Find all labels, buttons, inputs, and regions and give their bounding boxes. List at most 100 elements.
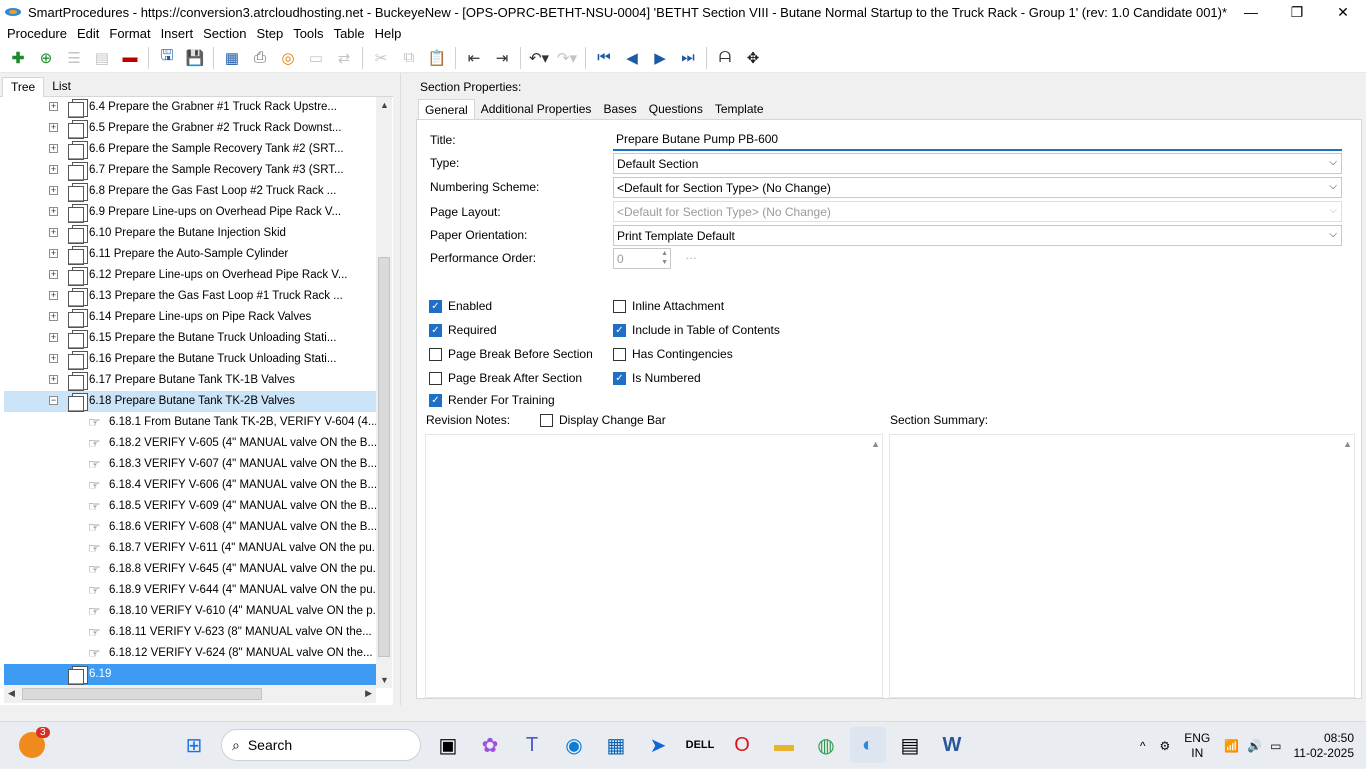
taskbar-search[interactable]: ⌕ Search — [221, 729, 421, 761]
add-child-icon[interactable]: ⊕ — [32, 45, 60, 71]
tab-bases[interactable]: Bases — [597, 99, 642, 120]
link-icon[interactable]: ⇄ — [330, 45, 358, 71]
tree-section-row[interactable]: +6.14 Prepare Line-ups on Pipe Rack Valv… — [4, 307, 376, 328]
type-select[interactable]: Default Section ⌵ — [613, 153, 1342, 174]
menu-format[interactable]: Format — [104, 26, 155, 41]
tab-list[interactable]: List — [44, 77, 79, 96]
dell-icon[interactable]: DELL — [682, 727, 718, 763]
smartprocedures-taskbar-icon[interactable]: ◐ — [850, 727, 886, 763]
page-break-after-checkbox[interactable]: Page Break After Section — [429, 371, 582, 385]
expand-icon[interactable]: + — [49, 144, 58, 153]
list-view-icon[interactable]: ▤ — [88, 45, 116, 71]
tree-step-row[interactable]: ☞ 6.18.3 VERIFY V-607 (4" MANUAL valve ON… — [4, 454, 376, 475]
word-icon[interactable]: W — [934, 727, 970, 763]
save-all-icon[interactable]: 🖫 — [153, 45, 181, 71]
tree-vertical-scrollbar[interactable]: ▲ ▼ — [376, 97, 392, 688]
tree-section-row[interactable]: +6.15 Prepare the Butane Truck Unloading… — [4, 328, 376, 349]
chevron-up-icon[interactable]: ^ — [1140, 739, 1146, 753]
page-break-before-checkbox[interactable]: Page Break Before Section — [429, 347, 593, 361]
move-icon[interactable]: ✥ — [739, 45, 767, 71]
tree-section-row[interactable]: +6.8 Prepare the Gas Fast Loop #2 Truck … — [4, 181, 376, 202]
include-toc-checkbox[interactable]: ✓ Include in Table of Contents — [613, 323, 780, 337]
expand-icon[interactable]: + — [49, 186, 58, 195]
title-input[interactable]: Prepare Butane Pump PB-600 — [613, 129, 1342, 151]
display-change-bar-checkbox[interactable]: Display Change Bar — [540, 413, 666, 427]
next-icon[interactable]: ▶ — [646, 45, 674, 71]
tree-step-row[interactable]: ☞ 6.18.4 VERIFY V-606 (4" MANUAL valve ON… — [4, 475, 376, 496]
section-summary-textarea[interactable]: ▲ — [889, 434, 1355, 698]
file-explorer-icon[interactable]: ▬ — [766, 727, 802, 763]
list-icon[interactable]: ☰ — [60, 45, 88, 71]
has-contingencies-checkbox[interactable]: Has Contingencies — [613, 347, 733, 361]
save-icon[interactable]: 💾 — [181, 45, 209, 71]
expand-icon[interactable]: + — [49, 354, 58, 363]
tree-step-row[interactable]: ☞ 6.18.8 VERIFY V-645 (4" MANUAL valve ON… — [4, 559, 376, 580]
maximize-button[interactable]: ❐ — [1274, 0, 1320, 24]
menu-edit[interactable]: Edit — [72, 26, 104, 41]
indent-icon[interactable]: ⇥ — [488, 45, 516, 71]
clock[interactable]: 08:50 11-02-2025 — [1294, 731, 1355, 761]
remove-icon[interactable]: ▬ — [116, 45, 144, 71]
tree-step-row[interactable]: ☞ 6.18.1 From Butane Tank TK-2B, VERIFY V… — [4, 412, 376, 433]
tree-section-row[interactable]: +6.9 Prepare Line-ups on Overhead Pipe R… — [4, 202, 376, 223]
first-icon[interactable]: ⏮ — [590, 45, 618, 71]
task-view-icon[interactable]: ▣ — [430, 727, 466, 763]
tree-section-row[interactable]: +6.6 Prepare the Sample Recovery Tank #2… — [4, 139, 376, 160]
menu-step[interactable]: Step — [251, 26, 288, 41]
tree-selected-row[interactable]: 6.19 — [4, 664, 376, 685]
export-icon[interactable]: ▦ — [218, 45, 246, 71]
edge-icon[interactable]: ◉ — [556, 727, 592, 763]
store-icon[interactable]: ▦ — [598, 727, 634, 763]
tab-tree[interactable]: Tree — [2, 77, 45, 97]
chrome-icon[interactable]: ◍ — [808, 727, 844, 763]
previous-icon[interactable]: ◀ — [618, 45, 646, 71]
inline-attachment-checkbox[interactable]: Inline Attachment — [613, 299, 724, 313]
teams-icon[interactable]: T — [514, 727, 550, 763]
redo-icon[interactable]: ↷▾ — [553, 45, 581, 71]
scroll-up-icon[interactable]: ▲ — [1343, 439, 1352, 449]
numbering-scheme-select[interactable]: <Default for Section Type> (No Change) ⌵ — [613, 177, 1342, 198]
wifi-icon[interactable]: 📶 — [1224, 739, 1239, 753]
volume-icon[interactable]: 🔊 — [1247, 739, 1262, 753]
windows-start-icon[interactable]: ⊞ — [176, 727, 212, 763]
window-icon[interactable]: ▭ — [302, 45, 330, 71]
is-numbered-checkbox[interactable]: ✓ Is Numbered — [613, 371, 701, 385]
paste-icon[interactable]: 📋 — [423, 45, 451, 71]
tree-section-row[interactable]: +6.5 Prepare the Grabner #2 Truck Rack D… — [4, 118, 376, 139]
render-for-training-checkbox[interactable]: ✓ Render For Training — [429, 393, 555, 407]
spell-check-icon[interactable]: ᗩ — [711, 45, 739, 71]
tree-section-row[interactable]: +6.12 Prepare Line-ups on Overhead Pipe … — [4, 265, 376, 286]
tree-step-row[interactable]: ☞ 6.18.6 VERIFY V-608 (4" MANUAL valve ON… — [4, 517, 376, 538]
scroll-thumb[interactable] — [22, 688, 262, 700]
expand-icon[interactable]: + — [49, 165, 58, 174]
tree-section-row[interactable]: +6.17 Prepare Butane Tank TK-1B Valves — [4, 370, 376, 391]
collapse-icon[interactable]: − — [49, 396, 58, 405]
menu-table[interactable]: Table — [329, 26, 370, 41]
menu-procedure[interactable]: Procedure — [2, 26, 72, 41]
expand-icon[interactable]: + — [49, 123, 58, 132]
refresh-icon[interactable]: ◎ — [274, 45, 302, 71]
tree-step-row[interactable]: ☞ 6.18.5 VERIFY V-609 (4" MANUAL valve ON… — [4, 496, 376, 517]
tab-questions[interactable]: Questions — [643, 99, 709, 120]
expand-icon[interactable]: + — [49, 228, 58, 237]
tree-section-row[interactable]: +6.16 Prepare the Butane Truck Unloading… — [4, 349, 376, 370]
tab-template[interactable]: Template — [709, 99, 770, 120]
copilot-icon[interactable]: ✿ — [472, 727, 508, 763]
minimize-button[interactable]: — — [1228, 0, 1274, 24]
tree-horizontal-scrollbar[interactable]: ◀ ▶ — [4, 685, 376, 703]
copy-icon[interactable]: ⧉ — [395, 45, 423, 71]
tree-section-row[interactable]: +6.13 Prepare the Gas Fast Loop #1 Truck… — [4, 286, 376, 307]
scroll-thumb[interactable] — [378, 257, 390, 657]
scroll-right-icon[interactable]: ▶ — [365, 688, 372, 699]
expand-icon[interactable]: + — [49, 249, 58, 258]
menu-tools[interactable]: Tools — [288, 26, 328, 41]
close-button[interactable]: ✕ — [1320, 0, 1366, 24]
required-checkbox[interactable]: ✓ Required — [429, 323, 497, 337]
add-icon[interactable]: ✚ — [4, 45, 32, 71]
paper-orientation-select[interactable]: Print Template Default ⌵ — [613, 225, 1342, 246]
tree-step-row[interactable]: ☞ 6.18.7 VERIFY V-611 (4" MANUAL valve ON… — [4, 538, 376, 559]
scroll-down-icon[interactable]: ▼ — [380, 675, 389, 685]
pane-splitter[interactable] — [400, 73, 406, 705]
menu-insert[interactable]: Insert — [156, 26, 199, 41]
tab-general[interactable]: General — [418, 99, 475, 120]
